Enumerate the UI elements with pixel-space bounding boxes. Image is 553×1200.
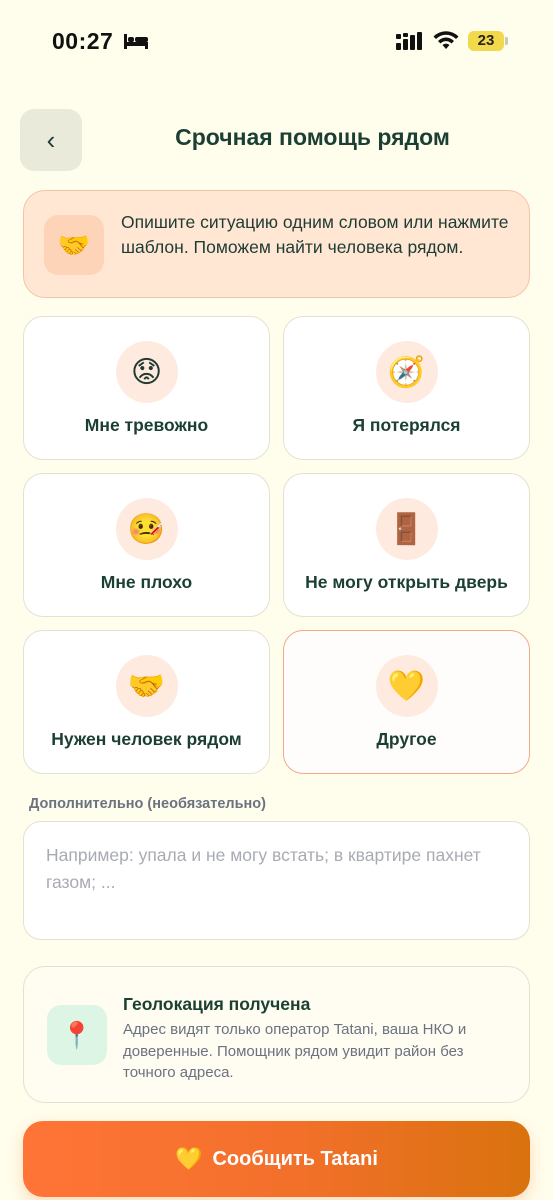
signal-icon bbox=[396, 32, 422, 50]
yellow-heart-icon: 💛 bbox=[375, 655, 438, 717]
pin-icon: 📍 bbox=[47, 1005, 107, 1065]
status-bar: 00:27 23 bbox=[0, 0, 553, 84]
template-unwell[interactable]: 🤒 Мне плохо bbox=[23, 473, 270, 617]
template-lost[interactable]: 🧭 Я потерялся bbox=[283, 316, 530, 460]
intro-text: Опишите ситуацию одним словом или нажмит… bbox=[121, 212, 509, 257]
status-time: 00:27 bbox=[52, 28, 114, 54]
details-label: Дополнительно (необязательно) bbox=[29, 796, 266, 812]
handshake-icon: 🤝 bbox=[115, 655, 178, 717]
details-input[interactable] bbox=[23, 821, 530, 940]
wifi-icon bbox=[433, 31, 459, 49]
geolocation-description: Адрес видят только оператор Tatani, ваша… bbox=[123, 1021, 467, 1081]
geolocation-title: Геолокация получена bbox=[123, 994, 311, 1014]
back-button[interactable]: ‹ bbox=[20, 109, 82, 171]
page-title: Срочная помощь рядом bbox=[175, 124, 450, 150]
yellow-heart-icon: 💛 bbox=[175, 1146, 203, 1171]
template-anxious[interactable]: 😟 Мне тревожно bbox=[23, 316, 270, 460]
battery-cap bbox=[505, 37, 508, 45]
template-label: Мне плохо bbox=[100, 572, 193, 592]
bed-icon bbox=[124, 34, 148, 49]
sick-face-icon: 🤒 bbox=[115, 498, 178, 560]
template-label: Нужен человек рядом bbox=[51, 729, 242, 749]
submit-button[interactable]: 💛 Сообщить Tatani bbox=[23, 1121, 530, 1197]
geolocation-card: 📍 Геолокация получена Адрес видят только… bbox=[23, 966, 530, 1103]
template-need-person[interactable]: 🤝 Нужен человек рядом bbox=[23, 630, 270, 774]
battery-icon: 23 bbox=[468, 31, 504, 51]
screen: 00:27 23 ‹ Срочная помощь рядом 🤝 Опишит… bbox=[0, 0, 553, 1200]
worried-face-icon: 😟 bbox=[115, 341, 178, 403]
handshake-icon: 🤝 bbox=[44, 215, 104, 275]
submit-label: Сообщить Tatani bbox=[212, 1147, 378, 1170]
template-label: Другое bbox=[376, 729, 437, 749]
intro-banner: 🤝 Опишите ситуацию одним словом или нажм… bbox=[23, 190, 530, 298]
compass-icon: 🧭 bbox=[375, 341, 438, 403]
template-other[interactable]: 💛 Другое bbox=[283, 630, 530, 774]
template-door[interactable]: 🚪 Не могу открыть дверь bbox=[283, 473, 530, 617]
door-icon: 🚪 bbox=[375, 498, 438, 560]
template-label: Мне тревожно bbox=[84, 415, 209, 435]
template-label: Я потерялся bbox=[352, 415, 461, 435]
template-label: Не могу открыть дверь bbox=[305, 572, 508, 592]
